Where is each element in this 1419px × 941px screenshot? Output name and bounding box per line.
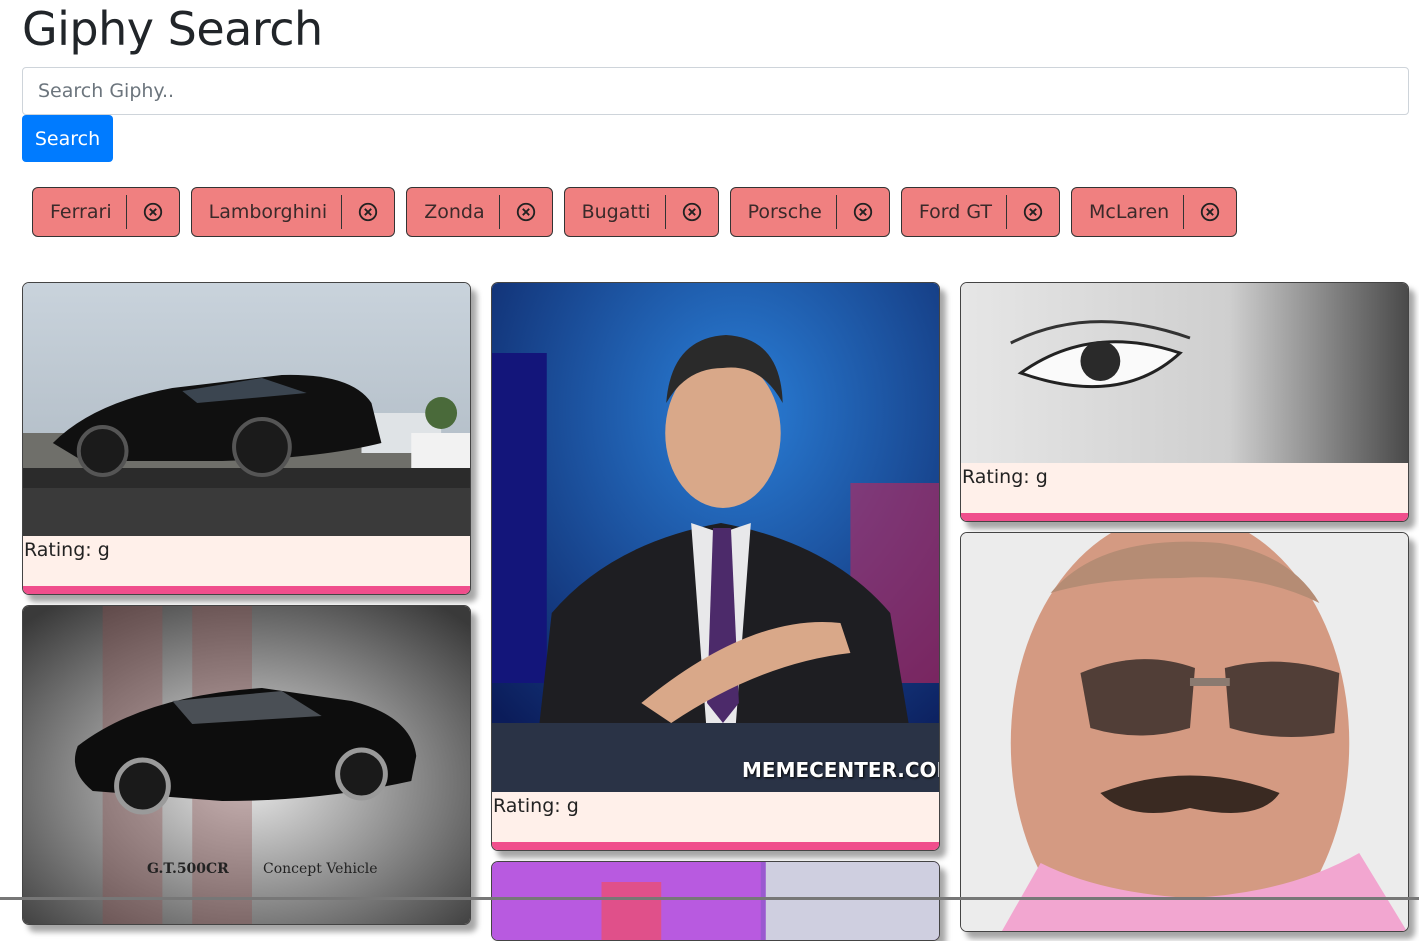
gif-image[interactable] [492,283,939,792]
search-input[interactable] [22,67,1409,115]
gif-card[interactable]: Rating: g [22,282,471,595]
topic-chip-zonda[interactable]: Zonda [406,187,553,237]
topic-label: Ferrari [50,201,112,223]
topic-label: Ford GT [918,201,992,223]
remove-topic-button[interactable] [342,188,394,236]
circle-x-icon [682,202,701,222]
circle-x-icon [853,202,873,222]
topic-label: Porsche [747,201,822,223]
image-watermark: MEMECENTER.COM [742,758,940,782]
remove-topic-button[interactable] [666,188,718,236]
remove-topic-button[interactable] [1184,188,1236,236]
gif-rating: Rating: g [24,539,110,561]
gif-card[interactable] [960,532,1409,932]
topic-chip-bugatti[interactable]: Bugatti [563,187,719,237]
gif-rating: Rating: g [493,795,579,817]
topic-chip-ford-gt[interactable]: Ford GT [900,187,1060,237]
circle-x-icon [516,202,535,222]
gif-image[interactable] [492,862,939,940]
gif-card[interactable]: MEMECENTER.COM Rating: g [491,282,940,851]
gif-image[interactable] [961,533,1408,931]
topic-label: Lamborghini [208,201,328,223]
image-caption: G.T.500CR [147,861,229,877]
topic-label: McLaren [1088,201,1170,223]
topic-chip-porsche[interactable]: Porsche [729,187,890,237]
topic-label: Bugatti [581,201,651,223]
gif-card[interactable] [491,861,940,941]
remove-topic-button[interactable] [500,188,552,236]
remove-topic-button[interactable] [1007,188,1059,236]
card-accent-bar [961,513,1408,521]
card-accent-bar [492,842,939,850]
circle-x-icon [143,202,162,222]
topic-label: Zonda [424,201,485,223]
gif-card[interactable]: Rating: g [960,282,1409,522]
gif-image[interactable] [23,606,470,924]
remove-topic-button[interactable] [127,188,179,236]
card-accent-bar [23,586,470,594]
topic-chip-lamborghini[interactable]: Lamborghini [190,187,396,237]
circle-x-icon [1023,202,1043,222]
page-title: Giphy Search [22,2,323,56]
circle-x-icon [359,202,378,222]
topic-chip-mclaren[interactable]: McLaren [1070,187,1238,237]
topic-chip-ferrari[interactable]: Ferrari [32,187,180,237]
search-button[interactable]: Search [22,115,113,162]
gif-rating: Rating: g [962,466,1048,488]
image-caption-sub: Concept Vehicle [263,861,378,877]
topic-buttons: Ferrari Lamborghini Zonda Bugatti Porsch… [32,187,1238,237]
gif-image[interactable] [961,283,1408,463]
gif-card[interactable]: G.T.500CR Concept Vehicle [22,605,471,925]
circle-x-icon [1201,202,1220,222]
gif-image[interactable] [23,283,470,536]
remove-topic-button[interactable] [837,188,889,236]
